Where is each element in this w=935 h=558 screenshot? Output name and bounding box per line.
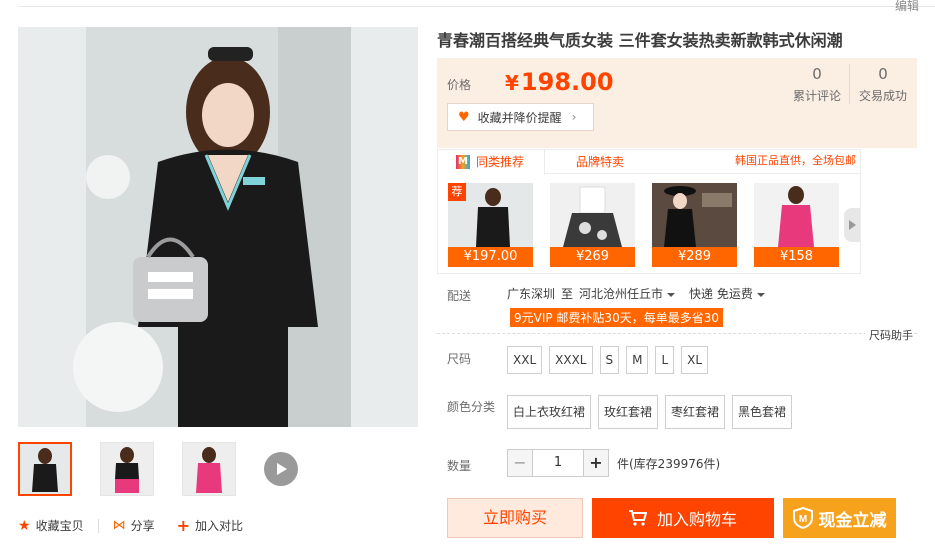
heart-icon: ♥ (458, 109, 470, 125)
size-option[interactable]: XXL (507, 346, 543, 374)
shield-icon: M (792, 507, 813, 529)
favorite-item-label: 收藏宝贝 (35, 519, 84, 533)
recommend-item[interactable]: 荐 ¥197.00 (448, 183, 533, 267)
sales-count[interactable]: 0 交易成功 (853, 65, 913, 104)
recommend-price: ¥269 (550, 247, 635, 267)
quantity-label: 数量 (447, 459, 472, 473)
size-options: XXL XXXL S M L XL (507, 346, 709, 374)
recommend-price: ¥197.00 (448, 247, 533, 267)
plus-icon: + (176, 516, 190, 535)
color-option[interactable]: 玫红套裙 (598, 395, 659, 429)
price-amount: 198.00 (520, 68, 614, 96)
thumbnail-1[interactable] (18, 442, 72, 496)
cash-discount-label: 现金立减 (818, 510, 887, 531)
size-option[interactable]: S (599, 346, 620, 374)
gallery-actions: ★ 收藏宝贝 ⋈ 分享 + 加入对比 (18, 516, 243, 535)
review-count[interactable]: 0 累计评论 (787, 65, 847, 104)
size-helper-link[interactable]: 尺码助手 (865, 327, 913, 343)
recommend-item[interactable]: ¥269 (550, 183, 635, 267)
triangle-right-icon (849, 220, 856, 230)
caret-down-icon (756, 292, 765, 297)
shipping-info: 广东深圳 至 河北沧州任丘市 快递 免运费 (507, 285, 765, 302)
share-button[interactable]: ⋈ 分享 (113, 517, 155, 534)
ship-to-value: 河北沧州任丘市 (579, 287, 664, 301)
recommend-box: M 同类推荐 品牌特卖 韩国正品直供，全场包邮 荐 ¥197.00 ¥269 ¥… (437, 149, 861, 274)
add-to-cart-button[interactable]: 加入购物车 (592, 498, 774, 538)
quantity-decrease-button[interactable]: − (507, 449, 533, 477)
vip-promo-badge[interactable]: 9元VIP 邮费补贴30天，每单最多省30 (510, 308, 723, 327)
recommend-price: ¥158 (754, 247, 839, 267)
star-icon: ★ (18, 517, 31, 534)
price-label: 价格 (447, 78, 472, 92)
divider (97, 518, 99, 533)
sales-count-value: 0 (878, 65, 888, 83)
size-option[interactable]: XL (681, 346, 709, 374)
tab-similar-label: 同类推荐 (476, 155, 525, 169)
color-label: 颜色分类 (447, 400, 496, 414)
color-option[interactable]: 黑色套裙 (732, 395, 793, 429)
caret-down-icon (667, 292, 676, 297)
currency-symbol: ¥ (505, 71, 519, 95)
size-option[interactable]: L (655, 346, 675, 374)
chevron-right-icon: › (571, 110, 577, 124)
svg-text:M: M (798, 514, 806, 525)
thumbnail-2[interactable] (100, 442, 154, 496)
recommend-price: ¥289 (652, 247, 737, 267)
edit-link[interactable]: 编辑 (895, 0, 919, 14)
dashed-divider (437, 333, 917, 334)
share-label: 分享 (130, 519, 155, 533)
tab-similar[interactable]: M 同类推荐 (438, 150, 545, 175)
main-product-image[interactable] (18, 27, 418, 427)
promo-text: 韩国正品直供，全场包邮 (735, 154, 856, 167)
cart-icon (628, 510, 647, 526)
thumbnail-strip (18, 442, 298, 496)
stat-divider (849, 64, 850, 104)
share-icon: ⋈ (112, 518, 126, 533)
play-icon (277, 463, 287, 475)
size-label: 尺码 (447, 352, 472, 366)
ship-to-word: 至 (561, 287, 574, 301)
quantity-stepper: − 1 + 件(库存239976件) (507, 449, 720, 477)
color-options: 白上衣玫红裙 玫红套裙 枣红套裙 黑色套裙 (507, 395, 793, 429)
price-value: ¥198.00 (505, 68, 614, 96)
quantity-input[interactable]: 1 (533, 449, 583, 477)
color-option[interactable]: 白上衣玫红裙 (507, 395, 592, 429)
add-compare-label: 加入对比 (195, 519, 244, 533)
recommend-item[interactable]: ¥158 (754, 183, 839, 267)
favorite-price-alert-label: 收藏并降价提醒 (477, 110, 562, 125)
sales-count-label: 交易成功 (858, 89, 907, 103)
recommend-item[interactable]: ¥289 (652, 183, 737, 267)
shipping-label: 配送 (447, 289, 472, 303)
price-panel: 价格 ¥198.00 ♥ 收藏并降价提醒 › 0 累计评论 0 交易成功 (437, 58, 917, 148)
recommend-next-button[interactable] (844, 208, 860, 242)
size-option[interactable]: XXXL (549, 346, 593, 374)
favorite-price-alert-button[interactable]: ♥ 收藏并降价提醒 › (447, 103, 594, 131)
size-option[interactable]: M (626, 346, 649, 374)
recommend-tabs: M 同类推荐 品牌特卖 韩国正品直供，全场包邮 (438, 150, 860, 175)
ship-method-value: 快递 免运费 (689, 287, 753, 301)
ship-from: 广东深圳 (507, 287, 556, 301)
favorite-item-button[interactable]: ★ 收藏宝贝 (18, 517, 84, 534)
review-count-label: 累计评论 (792, 89, 841, 103)
m-logo-icon: M (456, 155, 470, 169)
color-option[interactable]: 枣红套裙 (665, 395, 726, 429)
top-divider (18, 6, 935, 7)
quantity-increase-button[interactable]: + (583, 449, 609, 477)
add-to-cart-label: 加入购物车 (656, 510, 737, 529)
add-compare-button[interactable]: + 加入对比 (177, 516, 243, 535)
recommend-items: 荐 ¥197.00 ¥269 ¥289 ¥158 (448, 183, 856, 267)
ship-to-select[interactable]: 河北沧州任丘市 (579, 285, 676, 302)
ship-method-select[interactable]: 快递 免运费 (689, 285, 765, 302)
buy-now-button[interactable]: 立即购买 (447, 498, 583, 538)
stock-text: 件(库存239976件) (617, 456, 721, 471)
cash-discount-button[interactable]: M 现金立减 (783, 498, 896, 538)
tab-brand[interactable]: 品牌特卖 (576, 150, 624, 174)
product-title: 青春潮百搭经典气质女装 三件套女装热卖新款韩式休闲潮 (437, 31, 843, 50)
play-video-button[interactable] (264, 452, 298, 486)
review-count-value: 0 (812, 65, 822, 83)
thumbnail-3[interactable] (182, 442, 236, 496)
recommend-badge: 荐 (448, 183, 466, 201)
